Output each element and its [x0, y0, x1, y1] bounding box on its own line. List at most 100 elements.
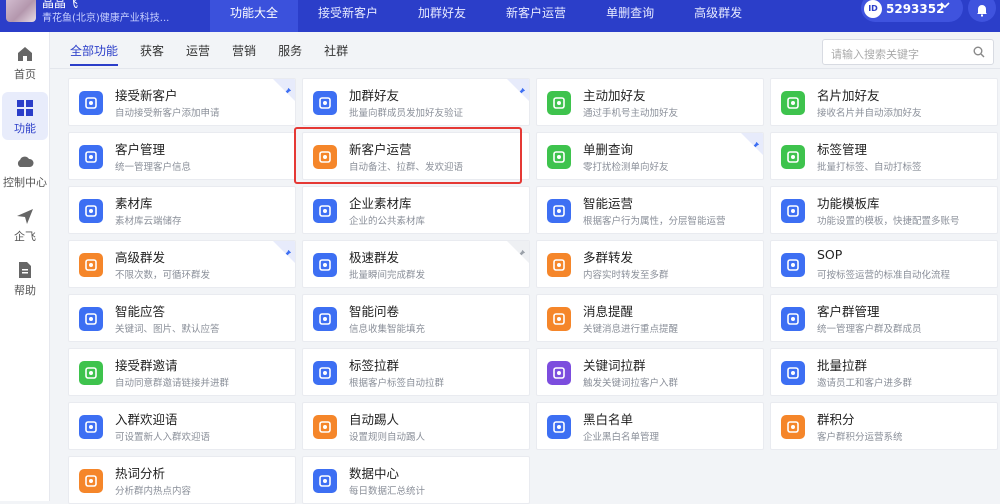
sidebar-item-qifei[interactable]: 企飞	[2, 200, 48, 248]
search-input[interactable]: 请输入搜索关键字	[822, 39, 994, 65]
tab-accept-customers[interactable]: 接受新客户	[298, 0, 398, 32]
tab-group-friends[interactable]: 加群好友	[398, 0, 486, 32]
card-title: 智能运营	[583, 196, 634, 211]
card-title: 批量拉群	[817, 358, 868, 373]
robot-icon	[79, 307, 103, 331]
function-card[interactable]: 客户管理 统一管理客户信息	[68, 132, 296, 180]
card-description: 企业的公共素材库	[349, 216, 426, 227]
card-title: 标签拉群	[349, 358, 400, 373]
card-description: 每日数据汇总统计	[349, 486, 426, 497]
tab-new-customer-ops[interactable]: 新客户运营	[486, 0, 586, 32]
sidebar-label-help: 帮助	[14, 284, 36, 297]
card-description: 零打扰检测单向好友	[583, 162, 669, 173]
shield-icon	[547, 145, 571, 169]
sidebar-item-home[interactable]: 首页	[2, 38, 48, 86]
card-title: 黑白名单	[583, 412, 634, 427]
function-card[interactable]: 素材库 素材库云端储存	[68, 186, 296, 234]
function-card[interactable]: 群积分 客户群积分运营系统	[770, 402, 998, 450]
function-card[interactable]: 智能应答 关键词、图片、默认应答	[68, 294, 296, 342]
function-card[interactable]: 多群转发 内容实时转发至多群	[536, 240, 764, 288]
function-card[interactable]: 高级群发 不限次数，可循环群发	[68, 240, 296, 288]
subtab-all[interactable]: 全部功能	[70, 42, 119, 66]
sidebar-item-help[interactable]: 帮助	[2, 254, 48, 302]
avatar[interactable]	[6, 0, 36, 22]
card-description: 素材库云端储存	[115, 216, 182, 227]
cloud-icon	[17, 156, 34, 167]
function-card[interactable]: 智能运营 根据客户行为属性，分层智能运营	[536, 186, 764, 234]
function-card[interactable]: 批量拉群 邀请员工和客户进多群	[770, 348, 998, 396]
send-icon	[79, 253, 103, 277]
card-description: 触发关键词拉客户入群	[583, 378, 679, 389]
card-description: 批量向群成员发加好友验证	[349, 108, 464, 119]
category-tabs: 全部功能 获客 运营 营销 服务 社群	[70, 42, 370, 66]
pin-icon[interactable]	[517, 243, 526, 262]
subtab-operate[interactable]: 运营	[186, 42, 210, 66]
function-card[interactable]: 极速群发 批量瞬间完成群发	[302, 240, 530, 288]
subtab-acquire[interactable]: 获客	[140, 42, 164, 66]
function-card[interactable]: 加群好友 批量向群成员发加好友验证	[302, 78, 530, 126]
sidebar-item-functions[interactable]: 功能	[2, 92, 48, 140]
tab-all-functions[interactable]: 功能大全	[210, 0, 299, 32]
account-id-selector[interactable]: ID 5293352	[861, 0, 963, 22]
function-card[interactable]: 黑白名单 企业黑白名单管理	[536, 402, 764, 450]
pin-icon[interactable]	[751, 135, 760, 154]
function-card[interactable]: 关键词拉群 触发关键词拉客户入群	[536, 348, 764, 396]
search-icon[interactable]	[973, 46, 985, 58]
function-card[interactable]: 企业素材库 企业的公共素材库	[302, 186, 530, 234]
function-card[interactable]: 功能模板库 功能设置的模板，快捷配置多账号	[770, 186, 998, 234]
card-title: 高级群发	[115, 250, 166, 265]
card-description: 根据客户标签自动拉群	[349, 378, 445, 389]
top-nav: 功能大全 接受新客户 加群好友 新客户运营 单删查询 高级群发	[210, 0, 762, 32]
batch-add-icon	[781, 361, 805, 385]
grid-icon	[17, 100, 33, 116]
card-title: 消息提醒	[583, 304, 634, 319]
subtab-community[interactable]: 社群	[324, 42, 348, 66]
group-icon	[781, 307, 805, 331]
chevron-down-icon	[939, 0, 951, 14]
function-card[interactable]: 入群欢迎语 可设置新人入群欢迎语	[68, 402, 296, 450]
main-content: 全部功能 获客 运营 营销 服务 社群 请输入搜索关键字 接受新客户 自动接受新客…	[50, 32, 1000, 504]
home-icon	[18, 47, 32, 61]
subtab-service[interactable]: 服务	[278, 42, 302, 66]
card-title: SOP	[817, 247, 843, 262]
function-card[interactable]: 客户群管理 统一管理客户群及群成员	[770, 294, 998, 342]
function-card[interactable]: 单删查询 零打扰检测单向好友	[536, 132, 764, 180]
search-placeholder: 请输入搜索关键字	[831, 48, 919, 61]
function-card[interactable]: 热词分析 分析群内热点内容	[68, 456, 296, 504]
card-title: 客户管理	[115, 142, 166, 157]
card-title: 名片加好友	[817, 88, 880, 103]
function-card[interactable]: 接受群邀请 自动同意群邀请链接并进群	[68, 348, 296, 396]
card-title: 群积分	[817, 412, 855, 427]
function-card[interactable]: 主动加好友 通过手机号主动加好友	[536, 78, 764, 126]
user-plus-icon	[547, 91, 571, 115]
pin-icon[interactable]	[283, 243, 292, 262]
function-card[interactable]: 数据中心 每日数据汇总统计	[302, 456, 530, 504]
function-card[interactable]: SOP 可按标签运营的标准自动化流程	[770, 240, 998, 288]
notification-bell-icon[interactable]	[968, 0, 996, 22]
tab-single-delete-query[interactable]: 单删查询	[586, 0, 674, 32]
card-description: 统一管理客户群及群成员	[817, 324, 922, 335]
account-id: 5293352	[886, 2, 945, 16]
pin-icon[interactable]	[283, 81, 292, 100]
id-badge: ID	[864, 0, 882, 18]
pin-icon[interactable]	[517, 81, 526, 100]
function-card[interactable]: 标签管理 批量打标签、自动打标签	[770, 132, 998, 180]
card-title: 主动加好友	[583, 88, 646, 103]
card-title: 标签管理	[817, 142, 868, 157]
function-card[interactable]: 标签拉群根据客户标签自动拉群	[302, 348, 530, 396]
function-card[interactable]: 自动踢人 设置规则自动踢人	[302, 402, 530, 450]
company-name: 青花鱼(北京)健康产业科技...	[42, 13, 170, 24]
card-description: 批量瞬间完成群发	[349, 270, 426, 281]
template-icon	[781, 199, 805, 223]
card-description: 内容实时转发至多群	[583, 270, 669, 281]
function-card[interactable]: 接受新客户 自动接受新客户添加申请	[68, 78, 296, 126]
subtab-marketing[interactable]: 营销	[232, 42, 256, 66]
card-title: 智能问卷	[349, 304, 400, 319]
tab-advanced-broadcast[interactable]: 高级群发	[674, 0, 762, 32]
function-card[interactable]: 名片加好友 接收名片并自动添加好友	[770, 78, 998, 126]
sop-icon	[781, 253, 805, 277]
account-brand[interactable]: 晶晶飞 青花鱼(北京)健康产业科技...	[0, 0, 200, 32]
function-card[interactable]: 智能问卷 信息收集智能填充	[302, 294, 530, 342]
function-card[interactable]: 消息提醒 关键消息进行重点提醒	[536, 294, 764, 342]
sidebar-item-control-center[interactable]: 控制中心	[2, 146, 48, 194]
